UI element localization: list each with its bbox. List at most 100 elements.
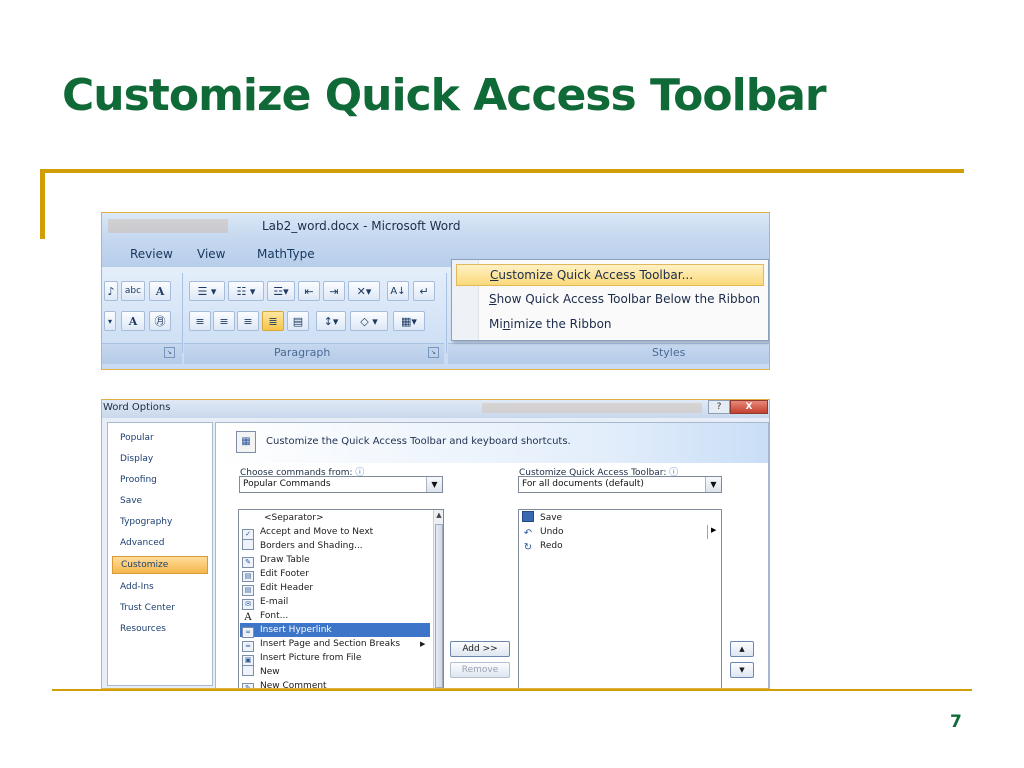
submenu-divider (707, 525, 708, 539)
list-item[interactable]: A Font... (240, 609, 430, 623)
decrease-indent-icon[interactable]: ⇤ (298, 281, 320, 301)
chevron-down-icon: ▼ (426, 477, 442, 492)
submenu-arrow-icon: ▶ (711, 526, 717, 534)
list-item[interactable]: Borders and Shading... (240, 539, 430, 553)
scrollbar-thumb[interactable] (435, 524, 443, 688)
list-item[interactable]: New (240, 665, 430, 679)
nav-item-proofing[interactable]: Proofing (112, 471, 208, 489)
nav-item-popular[interactable]: Popular (112, 429, 208, 447)
align-right-icon[interactable]: ≡ (237, 311, 259, 331)
multilevel-list-icon[interactable]: ☲▾ (267, 281, 295, 301)
list-item-selected[interactable]: ∞ Insert Hyperlink (240, 623, 430, 638)
text-direction-icon[interactable]: ✕▾ (348, 281, 380, 301)
customize-qat-value: For all documents (default) (522, 479, 644, 489)
customize-qat-select[interactable]: For all documents (default) ▼ (518, 476, 722, 493)
font-color-button[interactable]: A (149, 281, 171, 301)
list-item[interactable]: ▣ Insert Picture from File (240, 651, 430, 666)
list-item-label: Save (540, 513, 563, 523)
clear-format-icon[interactable]: ♪ (104, 281, 118, 301)
menu-item-text: how Quick Access Toolbar Below the Ribbo… (496, 292, 761, 306)
line-spacing-icon[interactable]: ↕▾ (316, 311, 346, 331)
distributed-icon[interactable]: ▤ (287, 311, 309, 331)
page-icon (242, 539, 254, 550)
list-item[interactable]: ═ Insert Page and Section Breaks ▶ (240, 637, 430, 652)
choose-commands-value: Popular Commands (243, 479, 331, 489)
menu-item-text: imize the Ribbon (510, 317, 612, 331)
enclose-character-icon[interactable]: ㊊ (149, 311, 171, 331)
nav-item-customize[interactable]: Customize (112, 556, 208, 574)
nav-item-trust-center[interactable]: Trust Center (112, 599, 208, 617)
nav-item-typography[interactable]: Typography (112, 513, 208, 531)
increase-indent-icon[interactable]: ⇥ (323, 281, 345, 301)
save-icon (522, 511, 534, 522)
move-up-button[interactable]: ▲ (730, 641, 754, 657)
list-item-label: Insert Picture from File (260, 653, 362, 663)
character-shading-button[interactable]: A (121, 311, 145, 331)
tab-review[interactable]: Review (130, 247, 173, 261)
align-left-icon[interactable]: ≡ (189, 311, 211, 331)
quick-access-toolbar-list[interactable]: Save ↶ Undo ↻ Redo ▶ (518, 509, 722, 688)
font-dialog-launcher-icon[interactable]: ↘ (164, 347, 175, 358)
list-item-label: Accept and Move to Next (260, 527, 374, 537)
tab-mathtype[interactable]: MathType (257, 247, 315, 261)
move-down-icon: ▼ (739, 666, 745, 674)
nav-item-add-ins[interactable]: Add-Ins (112, 578, 208, 596)
paragraph-group-bar: Paragraph ↘ (184, 343, 444, 364)
list-item-label: Edit Header (260, 583, 314, 593)
chevron-down-icon: ▼ (705, 477, 721, 492)
justify-icon[interactable]: ≣ (262, 311, 284, 331)
page-number: 7 (950, 712, 962, 732)
menu-item-minimize-ribbon[interactable]: Minimize the Ribbon (456, 313, 764, 335)
help-button[interactable]: ? (708, 400, 730, 414)
list-item-label: E-mail (260, 597, 289, 607)
list-item[interactable]: ▤ Edit Footer (240, 567, 430, 582)
paragraph-dialog-launcher-icon[interactable]: ↘ (428, 347, 439, 358)
list-item[interactable]: ↶ Undo (520, 525, 700, 539)
remove-button[interactable]: Remove (450, 662, 510, 678)
tab-view[interactable]: View (197, 247, 225, 261)
numbering-icon[interactable]: ☷ ▾ (228, 281, 264, 301)
footer-rule (52, 689, 972, 691)
list-item-label: Font... (260, 611, 289, 621)
list-item[interactable]: ✎ New Comment (240, 679, 430, 689)
sort-icon[interactable]: A↓ (387, 281, 409, 301)
list-item-label: Redo (540, 541, 563, 551)
remove-button-label: Remove (461, 665, 499, 675)
group-separator (182, 273, 183, 353)
close-button[interactable]: X (730, 400, 768, 414)
list-item[interactable]: ▤ Edit Header (240, 581, 430, 596)
dropdown-arrow-icon[interactable]: ▾ (104, 311, 116, 331)
list-item[interactable]: ✎ Draw Table (240, 553, 430, 568)
commands-list[interactable]: <Separator> ✓ Accept and Move to Next Bor… (238, 509, 444, 689)
list-item[interactable]: ↻ Redo (520, 539, 700, 553)
nav-item-resources[interactable]: Resources (112, 620, 208, 638)
list-item-label: New Comment (260, 681, 327, 689)
menu-item-show-qat-below[interactable]: Show Quick Access Toolbar Below the Ribb… (456, 288, 764, 310)
text-highlight-button[interactable]: abc (121, 281, 145, 301)
borders-icon[interactable]: ▦▾ (393, 311, 425, 331)
shading-icon[interactable]: ◇ ▾ (350, 311, 388, 331)
add-button-label: Add >> (462, 644, 498, 654)
move-down-button[interactable]: ▼ (730, 662, 754, 678)
list-item[interactable]: <Separator> (240, 511, 430, 525)
scroll-up-icon[interactable]: ▲ (434, 511, 443, 519)
banner-text: Customize the Quick Access Toolbar and k… (266, 436, 571, 447)
list-item-label: Insert Hyperlink (260, 625, 332, 635)
list-item[interactable]: Save (520, 511, 700, 525)
commands-scrollbar[interactable]: ▲ (433, 510, 443, 688)
list-item-label: Borders and Shading... (260, 541, 363, 551)
word-options-screenshot: Word Options ? X Popular Display Proofin… (101, 399, 770, 689)
nav-item-save[interactable]: Save (112, 492, 208, 510)
bullets-icon[interactable]: ☰ ▾ (189, 281, 225, 301)
nav-item-advanced[interactable]: Advanced (112, 534, 208, 552)
add-button[interactable]: Add >> (450, 641, 510, 657)
menu-item-customize-qat[interactable]: Customize Quick Access Toolbar... (456, 264, 764, 286)
align-center-icon[interactable]: ≡ (213, 311, 235, 331)
menu-item-mnemonic: S (489, 292, 497, 306)
choose-commands-select[interactable]: Popular Commands ▼ (239, 476, 443, 493)
nav-item-display[interactable]: Display (112, 450, 208, 468)
list-item[interactable]: ✓ Accept and Move to Next (240, 525, 430, 540)
group-separator (446, 273, 447, 353)
show-paragraph-marks-icon[interactable]: ↵ (413, 281, 435, 301)
list-item[interactable]: ✉ E-mail (240, 595, 430, 610)
